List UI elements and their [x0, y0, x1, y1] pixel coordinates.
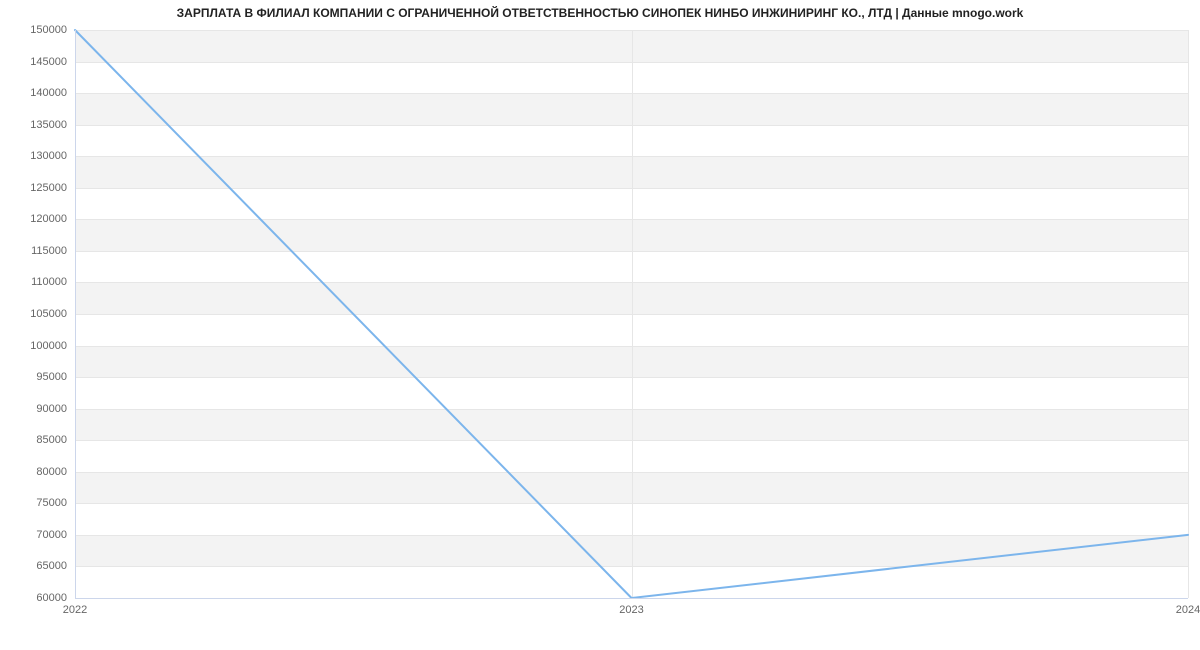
y-tick-label: 125000	[30, 182, 67, 194]
x-tick-label: 2024	[1176, 604, 1200, 616]
salary-line	[75, 30, 1188, 598]
y-tick-label: 65000	[36, 560, 67, 572]
y-tick-label: 70000	[36, 529, 67, 541]
y-tick-label: 85000	[36, 434, 67, 446]
x-axis	[75, 598, 1188, 599]
y-tick-label: 115000	[31, 245, 67, 257]
y-tick-label: 95000	[36, 371, 67, 383]
x-tick-label: 2023	[619, 604, 643, 616]
y-axis	[75, 30, 76, 598]
y-tick-label: 100000	[30, 340, 67, 352]
y-tick-label: 120000	[30, 213, 67, 225]
chart-container: ЗАРПЛАТА В ФИЛИАЛ КОМПАНИИ С ОГРАНИЧЕННО…	[0, 0, 1200, 650]
y-tick-label: 150000	[30, 24, 67, 36]
x-tick-label: 2022	[63, 604, 87, 616]
y-tick-label: 140000	[30, 87, 67, 99]
plot-area: 6000065000700007500080000850009000095000…	[75, 30, 1188, 598]
line-series	[75, 30, 1188, 598]
y-tick-label: 90000	[36, 403, 67, 415]
y-tick-label: 145000	[30, 56, 67, 68]
gridline-vertical	[1188, 30, 1189, 598]
y-tick-label: 75000	[36, 497, 67, 509]
y-tick-label: 105000	[30, 308, 67, 320]
y-tick-label: 135000	[30, 119, 67, 131]
y-tick-label: 130000	[30, 150, 67, 162]
chart-title: ЗАРПЛАТА В ФИЛИАЛ КОМПАНИИ С ОГРАНИЧЕННО…	[0, 6, 1200, 20]
y-tick-label: 60000	[36, 592, 67, 604]
y-tick-label: 110000	[31, 276, 67, 288]
y-tick-label: 80000	[36, 466, 67, 478]
